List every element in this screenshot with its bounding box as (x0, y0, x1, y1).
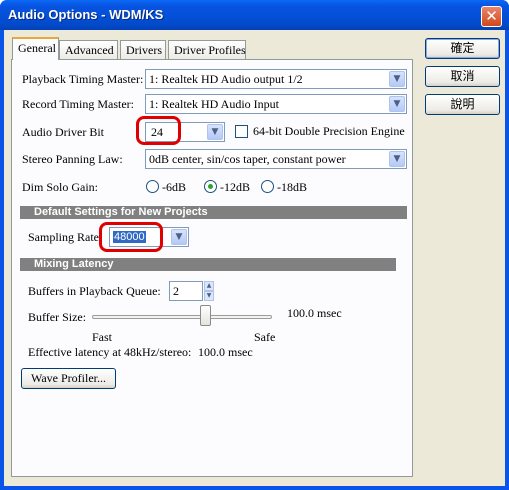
effective-latency-label: Effective latency at 48kHz/stereo: (28, 345, 192, 359)
chevron-down-icon[interactable]: ▼ (389, 96, 405, 112)
dialog-window: Audio Options - WDM/KS ✕ General Advance… (0, 0, 509, 490)
playback-master-select[interactable]: 1: Realtek HD Audio output 1/2 ▼ (145, 69, 407, 89)
panning-value: 0dB center, sin/cos taper, constant powe… (149, 152, 346, 166)
section-header-mixing-latency: Mixing Latency (20, 258, 396, 271)
sampling-rate-label: Sampling Rate: (28, 230, 103, 244)
buffer-size-label: Buffer Size: (28, 310, 87, 324)
playback-master-value: 1: Realtek HD Audio output 1/2 (149, 72, 303, 86)
dim-solo-radio-12db[interactable] (204, 180, 217, 193)
chevron-down-icon[interactable]: ▼ (389, 71, 405, 87)
panning-select[interactable]: 0dB center, sin/cos taper, constant powe… (145, 149, 407, 169)
tab-driver-profiles[interactable]: Driver Profiles (168, 40, 246, 59)
buffers-input[interactable]: 2 (169, 281, 203, 301)
dim-solo-option-label: -18dB (277, 180, 307, 194)
title-bar[interactable]: Audio Options - WDM/KS ✕ (0, 0, 509, 30)
dim-solo-radio-18db[interactable] (261, 180, 274, 193)
tab-general[interactable]: General (12, 37, 59, 60)
help-button[interactable]: 說明 (425, 94, 500, 115)
double-precision-checkbox[interactable] (235, 125, 248, 138)
panning-label: Stereo Panning Law: (22, 152, 123, 166)
section-header-defaults: Default Settings for New Projects (20, 206, 407, 219)
record-master-label: Record Timing Master: (22, 97, 135, 111)
dim-solo-option-label: -6dB (162, 180, 186, 194)
ok-button[interactable]: 確定 (425, 38, 500, 59)
spin-up-icon[interactable]: ▲ (204, 281, 214, 291)
playback-master-label: Playback Timing Master: (22, 72, 144, 86)
dialog-client-area: General Advanced Drivers Driver Profiles… (4, 30, 505, 486)
cancel-button[interactable]: 取消 (425, 66, 500, 87)
record-master-value: 1: Realtek HD Audio Input (149, 97, 279, 111)
chevron-down-icon[interactable]: ▼ (389, 151, 405, 167)
buffers-value: 2 (173, 284, 179, 298)
slider-fast-label: Fast (92, 330, 113, 344)
dim-solo-label: Dim Solo Gain: (22, 180, 99, 194)
wave-profiler-button[interactable]: Wave Profiler... (21, 368, 116, 389)
close-icon[interactable]: ✕ (481, 6, 502, 27)
window-title: Audio Options - WDM/KS (8, 7, 164, 22)
buffer-size-track[interactable] (92, 315, 272, 319)
tab-drivers[interactable]: Drivers (120, 40, 166, 59)
highlight-annotation (99, 222, 163, 252)
effective-latency-value: 100.0 msec (198, 345, 253, 359)
driver-bit-label: Audio Driver Bit (22, 125, 104, 139)
highlight-annotation (136, 116, 181, 145)
tab-advanced[interactable]: Advanced (59, 40, 118, 59)
dim-solo-option-label: -12dB (220, 180, 250, 194)
chevron-down-icon[interactable]: ▼ (171, 229, 187, 245)
double-precision-label: 64-bit Double Precision Engine (253, 124, 405, 138)
slider-safe-label: Safe (254, 330, 276, 344)
buffer-size-slider-thumb[interactable] (200, 305, 211, 326)
buffers-label: Buffers in Playback Queue: (28, 284, 161, 298)
record-master-select[interactable]: 1: Realtek HD Audio Input ▼ (145, 94, 407, 114)
chevron-down-icon[interactable]: ▼ (207, 124, 223, 140)
dim-solo-radio-6db[interactable] (146, 180, 159, 193)
buffer-size-readout: 100.0 msec (287, 306, 342, 320)
spin-down-icon[interactable]: ▼ (204, 291, 214, 301)
tab-panel-general: Playback Timing Master: 1: Realtek HD Au… (11, 59, 413, 477)
